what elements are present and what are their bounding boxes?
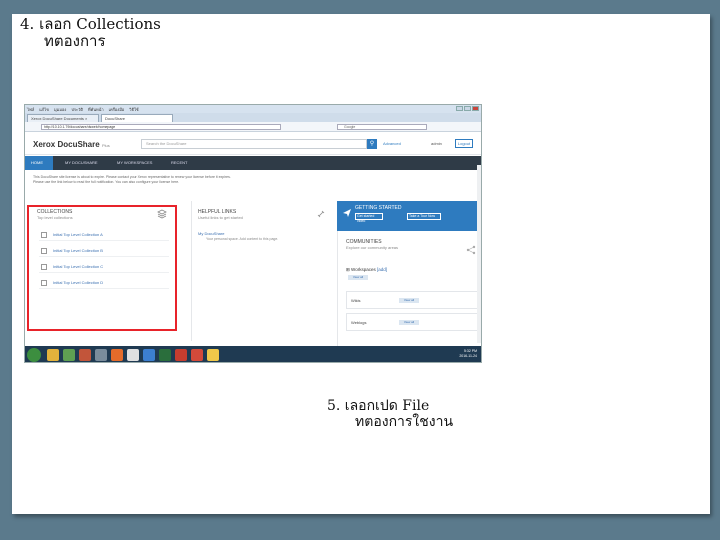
browser-menu: ไฟล์ แก้ไข มุมมอง ประวัติ ที่คั่นหน้า เค… — [27, 106, 139, 113]
getting-started-panel: GETTING STARTED Get started video Take a… — [337, 201, 481, 231]
menu-item[interactable]: ไฟล์ — [27, 106, 34, 113]
maximize-icon[interactable] — [464, 106, 471, 111]
app-header: Xerox DocuShare Plus Search the DocuShar… — [25, 133, 481, 155]
nav-my-docushare[interactable]: MY DOCUSHARE — [59, 156, 104, 170]
instruction-step-5-line1: 5. เลอกเปด File — [327, 398, 430, 414]
taskbar-clock[interactable]: 5:32 PM 2016-11-24 — [459, 349, 477, 359]
menu-item[interactable]: ที่คั่นหน้า — [88, 106, 104, 113]
communities-subtitle: Explore our community areas — [346, 245, 399, 250]
user-menu[interactable]: admin — [431, 141, 442, 146]
menu-item[interactable]: มุมมอง — [54, 106, 66, 113]
instruction-step-5-line2: ทตองการใชงาน — [355, 414, 454, 430]
folder-icon[interactable] — [207, 349, 219, 361]
windows-taskbar: 5:32 PM 2016-11-24 — [25, 346, 481, 362]
workspaces-view-button[interactable]: View all — [348, 275, 368, 280]
my-docushare-link[interactable]: My DocuShare — [198, 231, 224, 236]
license-notice: This DocuShare site license is about to … — [33, 175, 463, 184]
nav-home[interactable]: HOME — [25, 156, 53, 170]
start-button[interactable] — [27, 348, 41, 362]
nav-my-workspaces[interactable]: MY WORKSPACES — [111, 156, 158, 170]
link-icon — [317, 210, 325, 218]
url-field[interactable]: http://10.10.1.79/docushare/dsweb/homepa… — [41, 124, 281, 130]
advanced-search-link[interactable]: Advanced — [383, 141, 401, 146]
communities-panel: COMMUNITIES Explore our community areas … — [337, 231, 481, 362]
browser-tabs: Xerox DocuShare Documents × DocuShare — [25, 113, 481, 122]
nav-recent[interactable]: RECENT — [165, 156, 193, 170]
community-row-weblogs[interactable]: Weblogs View all — [346, 313, 481, 331]
links-subtitle: Useful links to get started — [198, 215, 243, 220]
paper-plane-icon — [343, 209, 351, 217]
menu-item[interactable]: เครื่องมือ — [109, 106, 125, 113]
share-icon — [466, 245, 476, 255]
ie-icon[interactable] — [143, 349, 155, 361]
docushare-logo: Xerox DocuShare Plus — [33, 140, 110, 149]
firefox-icon[interactable] — [111, 349, 123, 361]
powerpoint-icon[interactable] — [191, 349, 203, 361]
instruction-step-5: 5. เลอกเปด File ทตองการใชงาน — [327, 398, 453, 430]
minimize-icon[interactable] — [456, 106, 463, 111]
instruction-step-4-line2: ทตองการ — [44, 32, 106, 50]
view-all-button[interactable]: View all — [399, 298, 419, 303]
explorer-icon[interactable] — [47, 349, 59, 361]
community-row-wikis[interactable]: Wikis View all — [346, 291, 481, 309]
browser-tab[interactable]: Xerox DocuShare Documents × — [27, 114, 99, 122]
excel-icon[interactable] — [159, 349, 171, 361]
search-input[interactable]: Search the DocuShare — [141, 139, 367, 149]
chrome-icon[interactable] — [127, 349, 139, 361]
browser-tab-active[interactable]: DocuShare — [101, 114, 173, 122]
scrollbar[interactable] — [477, 165, 481, 343]
instruction-step-4-line1: 4. เลอก Collections — [20, 15, 161, 33]
browser-search-field[interactable]: Google — [337, 124, 427, 130]
pdf-icon[interactable] — [175, 349, 187, 361]
link-description: Your personal space. Add content to this… — [206, 237, 279, 241]
logout-button[interactable]: Logout — [455, 139, 473, 148]
notice-line: Please use the link below to read the fu… — [33, 179, 180, 184]
address-bar: http://10.10.1.79/docushare/dsweb/homepa… — [25, 122, 481, 132]
getting-started-title: GETTING STARTED — [355, 205, 402, 211]
take-tour-button[interactable]: Take a Tour Now — [407, 213, 441, 220]
browser-screenshot: ไฟล์ แก้ไข มุมมอง ประวัติ ที่คั่นหน้า เค… — [24, 104, 482, 363]
instruction-step-4: 4. เลอก Collections ทตองการ — [20, 16, 161, 50]
media-icon[interactable] — [63, 349, 75, 361]
collections-highlight-box — [27, 205, 177, 331]
close-icon[interactable] — [472, 106, 479, 111]
view-all-button[interactable]: View all — [399, 320, 419, 325]
menu-item[interactable]: แก้ไข — [39, 106, 49, 113]
window-controls — [456, 106, 479, 111]
main-nav: HOME MY DOCUSHARE MY WORKSPACES RECENT — [25, 156, 481, 170]
menu-item[interactable]: วิธีใช้ — [129, 106, 138, 113]
helpful-links-panel: HELPFUL LINKS Useful links to get starte… — [191, 201, 333, 341]
app-icon[interactable] — [95, 349, 107, 361]
get-started-video-button[interactable]: Get started video — [355, 213, 383, 223]
search-icon[interactable]: ⚲ — [367, 139, 377, 149]
menu-item[interactable]: ประวัติ — [71, 106, 83, 113]
workspaces-label[interactable]: ⊞ Workspaces [add] — [346, 267, 387, 273]
office-icon[interactable] — [79, 349, 91, 361]
